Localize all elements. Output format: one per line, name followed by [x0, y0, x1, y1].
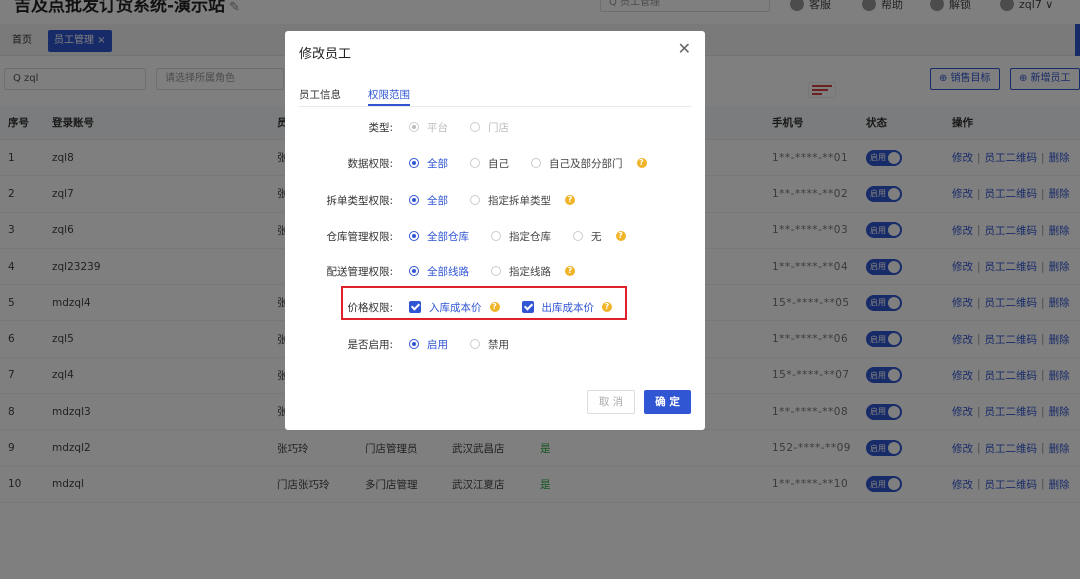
row-type: 类型: 平台 门店 [285, 117, 705, 137]
row-warehouse-permission: 仓库管理权限: 全部仓库 指定仓库 无 ? [285, 226, 705, 246]
active-tab-indicator [368, 104, 410, 106]
radio-data-self[interactable]: 自己 [470, 156, 509, 171]
label-data-permission: 数据权限: [347, 157, 393, 170]
row-data-permission: 数据权限: 全部 自己 自己及部分部门 ? [285, 153, 705, 173]
radio-platform: 平台 [409, 120, 448, 135]
cancel-button[interactable]: 取 消 [587, 390, 635, 414]
label-price-permission: 价格权限: [347, 301, 393, 314]
modal-tabs: 员工信息 权限范围 [299, 83, 691, 107]
help-icon[interactable]: ? [565, 266, 575, 276]
tab-staff-info[interactable]: 员工信息 [299, 87, 341, 102]
edit-staff-modal: 修改员工 ✕ 员工信息 权限范围 类型: 平台 门店 数据权限: 全部 自己 自… [285, 31, 705, 430]
row-delivery-permission: 配送管理权限: 全部线路 指定线路 ? [285, 261, 705, 281]
radio-delivery-specified[interactable]: 指定线路 [491, 264, 551, 279]
radio-warehouse-none[interactable]: 无 [573, 229, 602, 244]
modal-title: 修改员工 [299, 47, 352, 62]
label-split-permission: 拆单类型权限: [326, 194, 393, 207]
radio-data-all[interactable]: 全部 [409, 156, 448, 171]
radio-warehouse-specified[interactable]: 指定仓库 [491, 229, 551, 244]
radio-disabled[interactable]: 禁用 [470, 337, 509, 352]
radio-enabled[interactable]: 启用 [409, 337, 448, 352]
close-icon[interactable]: ✕ [678, 41, 691, 57]
help-icon[interactable]: ? [636, 158, 647, 168]
confirm-button[interactable]: 确 定 [644, 390, 691, 414]
label-warehouse-permission: 仓库管理权限: [326, 230, 393, 243]
radio-warehouse-all[interactable]: 全部仓库 [409, 229, 469, 244]
label-delivery-permission: 配送管理权限: [326, 265, 393, 278]
help-icon[interactable]: ? [565, 195, 575, 205]
checkbox-inbound-cost[interactable]: 入库成本价 [409, 300, 482, 315]
help-icon[interactable]: ? [602, 302, 612, 312]
radio-store: 门店 [470, 120, 509, 135]
row-split-permission: 拆单类型权限: 全部 指定拆单类型 ? [285, 190, 705, 210]
radio-split-all[interactable]: 全部 [409, 193, 448, 208]
label-type: 类型: [368, 121, 393, 134]
row-price-permission: 价格权限: 入库成本价 ? 出库成本价 ? [285, 297, 705, 317]
tab-permission-scope[interactable]: 权限范围 [368, 87, 410, 102]
help-icon[interactable]: ? [489, 302, 500, 312]
radio-split-specified[interactable]: 指定拆单类型 [470, 193, 551, 208]
help-icon[interactable]: ? [615, 231, 626, 241]
radio-data-self-dept[interactable]: 自己及部分部门 [531, 156, 623, 171]
checkbox-outbound-cost[interactable]: 出库成本价 [521, 300, 594, 315]
label-enabled: 是否启用: [347, 338, 393, 351]
radio-delivery-all[interactable]: 全部线路 [409, 264, 469, 279]
row-enabled: 是否启用: 启用 禁用 [285, 334, 705, 354]
